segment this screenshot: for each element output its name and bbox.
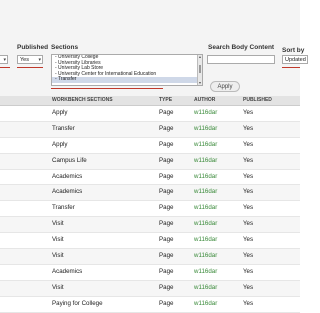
cell-published: Yes (243, 109, 254, 116)
left-filter-select[interactable]: ▾ (0, 55, 8, 64)
sort-by-label: Sort by (282, 47, 305, 54)
cell-section[interactable]: Apply (52, 106, 67, 121)
cell-author[interactable]: w116dar (194, 249, 217, 264)
search-body-label: Search Body Content (208, 44, 275, 51)
cell-section[interactable]: Transfer (52, 122, 75, 137)
sections-scrollbar[interactable]: ▲ ▼ (197, 55, 202, 85)
cell-section[interactable]: Academics (52, 170, 82, 185)
published-select-value: Yes (20, 57, 29, 63)
cell-author[interactable]: w116dar (194, 201, 217, 216)
cell-section[interactable]: Visit (52, 217, 64, 232)
filter-panel: ▾ Published Yes ▾ Sections - University … (0, 0, 308, 96)
header-type[interactable]: TYPE (159, 96, 172, 105)
chevron-down-icon: ▾ (3, 57, 6, 63)
table-row: Visit Page w116dar Yes (0, 280, 300, 297)
cell-author[interactable]: w116dar (194, 297, 217, 312)
cell-published: Yes (243, 124, 254, 132)
chevron-down-icon: ▾ (38, 57, 41, 63)
published-label: Published (17, 44, 49, 51)
cell-type: Page (159, 188, 174, 196)
cell-section[interactable]: Academics (52, 265, 82, 280)
table-row: Transfer Page w116dar Yes (0, 201, 300, 218)
cell-author[interactable]: w116dar (194, 106, 217, 121)
cell-published: Yes (243, 220, 254, 228)
search-body-input[interactable] (207, 55, 275, 64)
header-workbench-sections[interactable]: WORKBENCH SECTIONS (52, 96, 113, 105)
header-published[interactable]: PUBLISHED (243, 96, 272, 105)
cell-author[interactable]: w116dar (194, 170, 217, 185)
scroll-up-icon[interactable]: ▲ (198, 55, 202, 59)
sections-listbox[interactable]: - University College - University Librar… (51, 54, 203, 86)
sort-by-select-value: Updated (285, 57, 306, 63)
content-table: WORKBENCH SECTIONS TYPE AUTHOR PUBLISHED… (0, 96, 300, 313)
cell-published: Yes (243, 252, 254, 260)
cell-author[interactable]: w116dar (194, 138, 217, 153)
cell-type: Page (159, 299, 174, 307)
cell-author[interactable]: w116dar (194, 122, 217, 137)
table-row: Academics Page w116dar Yes (0, 170, 300, 186)
scrollbar-thumb[interactable] (199, 65, 201, 73)
table-row: Visit Page w116dar Yes (0, 249, 300, 265)
cell-type: Page (159, 220, 174, 228)
cell-published: Yes (243, 267, 254, 275)
published-select[interactable]: Yes ▾ (17, 55, 43, 64)
cell-published: Yes (243, 299, 254, 307)
table-row: Academics Page w116dar Yes (0, 185, 300, 202)
cell-author[interactable]: w116dar (194, 281, 217, 296)
cell-section[interactable]: Paying for College (52, 297, 103, 312)
cell-published: Yes (243, 188, 254, 196)
cell-author[interactable]: w116dar (194, 185, 217, 200)
cell-section[interactable]: Visit (52, 233, 64, 248)
table-header: WORKBENCH SECTIONS TYPE AUTHOR PUBLISHED (0, 96, 300, 106)
table-row: Apply Page w116dar Yes (0, 138, 300, 154)
table-row: Paying for College Page w116dar Yes (0, 297, 300, 313)
cell-type: Page (159, 140, 174, 148)
cell-section[interactable]: Visit (52, 249, 64, 264)
sections-label: Sections (51, 44, 79, 51)
cell-author[interactable]: w116dar (194, 265, 217, 280)
cell-type: Page (159, 252, 174, 260)
scroll-down-icon[interactable]: ▼ (198, 81, 202, 85)
cell-section[interactable]: Transfer (52, 201, 75, 216)
cell-published: Yes (243, 140, 254, 148)
cell-published: Yes (243, 156, 254, 164)
cell-author[interactable]: w116dar (194, 217, 217, 232)
cell-type: Page (159, 124, 174, 132)
cell-type: Page (159, 283, 174, 291)
cell-type: Page (159, 236, 174, 244)
apply-button[interactable]: Apply (210, 81, 240, 92)
table-row: Visit Page w116dar Yes (0, 233, 300, 250)
header-author[interactable]: AUTHOR (194, 96, 215, 105)
sections-underline (51, 88, 163, 89)
sort-by-underline (282, 67, 300, 68)
published-underline (17, 67, 43, 68)
cell-published: Yes (243, 236, 254, 244)
cell-type: Page (159, 109, 174, 116)
left-filter-underline (0, 67, 10, 68)
table-row: Transfer Page w116dar Yes (0, 121, 300, 138)
cell-section[interactable]: Apply (52, 138, 67, 153)
table-row: Apply Page w116dar Yes (0, 106, 300, 122)
cell-author[interactable]: w116dar (194, 233, 217, 248)
sections-option-selected[interactable]: - Transfer (52, 77, 202, 83)
sort-by-select[interactable]: Updated (282, 55, 308, 64)
cell-section[interactable]: Visit (52, 281, 64, 296)
table-row: Campus Life Page w116dar Yes (0, 153, 300, 170)
cell-type: Page (159, 267, 174, 275)
cell-author[interactable]: w116dar (194, 154, 217, 169)
cell-published: Yes (243, 172, 254, 180)
cell-type: Page (159, 204, 174, 212)
table-row: Visit Page w116dar Yes (0, 217, 300, 234)
cell-published: Yes (243, 283, 254, 291)
cell-type: Page (159, 156, 174, 164)
table-row: Academics Page w116dar Yes (0, 265, 300, 281)
cell-section[interactable]: Academics (52, 185, 82, 200)
cell-section[interactable]: Campus Life (52, 154, 87, 169)
cell-published: Yes (243, 204, 254, 212)
cell-type: Page (159, 172, 174, 180)
